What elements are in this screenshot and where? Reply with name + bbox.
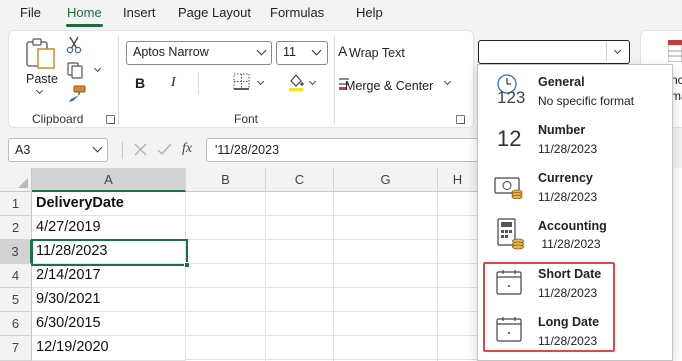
column-header-B[interactable]: B — [186, 168, 266, 192]
italic-button[interactable]: I — [171, 75, 176, 91]
format-item-general-sample: No specific format — [538, 94, 635, 108]
group-separator — [334, 36, 335, 124]
cell-A2[interactable]: 4/27/2019 — [32, 216, 186, 240]
bold-button[interactable]: B — [135, 75, 145, 91]
copy-icon[interactable] — [66, 61, 84, 79]
cell-A4[interactable]: 2/14/2017 — [32, 264, 186, 288]
divider — [122, 141, 123, 159]
format-item-accounting-sample: 11/28/2023 — [538, 237, 601, 251]
enter-check-icon[interactable] — [157, 143, 172, 156]
row-header[interactable]: 4 — [0, 264, 32, 288]
highlight-annotation-box — [483, 262, 615, 352]
borders-icon[interactable] — [233, 73, 250, 90]
format-item-general[interactable]: General — [538, 75, 585, 89]
formula-input[interactable]: '11/28/2023 — [206, 138, 486, 162]
font-size-combo[interactable]: 11 — [276, 41, 328, 65]
column-header-C[interactable]: C — [266, 168, 334, 192]
name-box[interactable]: A3 — [8, 138, 108, 162]
cell-A6[interactable]: 6/30/2015 — [32, 312, 186, 336]
format-item-number[interactable]: Number — [538, 123, 585, 137]
menu-home[interactable]: Home — [67, 5, 102, 20]
active-tab-indicator — [66, 24, 103, 27]
format-item-currency-sample: 11/28/2023 — [538, 190, 598, 204]
cell-A5[interactable]: 9/30/2021 — [32, 288, 186, 312]
font-size-value: 11 — [283, 45, 296, 59]
font-group-label: Font — [234, 112, 259, 126]
menu-formulas[interactable]: Formulas — [270, 5, 324, 20]
svg-text:A: A — [338, 43, 348, 59]
merge-center-button[interactable]: Merge & Center — [345, 79, 433, 93]
name-box-value: A3 — [15, 143, 31, 157]
column-header-A[interactable]: A — [32, 168, 186, 192]
column-header-G[interactable]: G — [334, 168, 438, 192]
font-name-value: Aptos Narrow — [133, 45, 209, 59]
insert-function-icon[interactable]: fx — [182, 141, 192, 157]
fill-handle[interactable] — [184, 262, 190, 268]
table-style-icon[interactable] — [668, 40, 682, 62]
clipboard-group-label: Clipboard — [32, 112, 84, 126]
wrap-text-button[interactable]: Wrap Text — [349, 46, 405, 60]
paste-icon[interactable] — [24, 37, 58, 71]
currency-icon — [494, 177, 523, 199]
group-separator — [118, 36, 119, 124]
font-name-combo[interactable]: Aptos Narrow — [126, 41, 272, 65]
row-header[interactable]: 2 — [0, 216, 32, 240]
select-all-triangle-icon — [18, 178, 28, 188]
row-header[interactable]: 3 — [0, 240, 32, 264]
paste-label[interactable]: Paste — [26, 72, 58, 86]
cell-A7[interactable]: 12/19/2020 — [32, 336, 186, 361]
format-item-currency[interactable]: Currency — [538, 171, 593, 185]
clipboard-launcher-icon[interactable] — [106, 115, 115, 124]
fill-color-icon[interactable] — [286, 72, 306, 92]
cell-A1[interactable]: DeliveryDate — [32, 192, 186, 216]
row-header[interactable]: 5 — [0, 288, 32, 312]
cancel-icon[interactable] — [134, 143, 147, 156]
format-item-number-sample: 11/28/2023 — [538, 142, 598, 156]
number-12-icon: 12 — [497, 126, 522, 151]
row-header[interactable]: 7 — [0, 336, 32, 361]
accounting-calculator-icon — [497, 218, 524, 250]
menu-file[interactable]: File — [20, 5, 41, 20]
row-header[interactable]: 6 — [0, 312, 32, 336]
divider — [198, 72, 199, 94]
column-header-H[interactable]: H — [438, 168, 478, 192]
format-item-accounting[interactable]: Accounting — [538, 219, 607, 233]
alignment-launcher-icon[interactable] — [456, 115, 465, 124]
menu-help[interactable]: Help — [356, 5, 383, 20]
row-header[interactable]: 1 — [0, 192, 32, 216]
menu-insert[interactable]: Insert — [123, 5, 156, 20]
formula-content: '11/28/2023 — [215, 143, 280, 157]
cut-icon[interactable] — [66, 36, 82, 54]
format-painter-icon[interactable] — [66, 85, 86, 103]
empty-cells[interactable] — [186, 192, 478, 361]
selected-cell-outline — [31, 239, 188, 266]
menu-page-layout[interactable]: Page Layout — [178, 5, 251, 20]
general-glyph: 123 — [497, 88, 526, 107]
